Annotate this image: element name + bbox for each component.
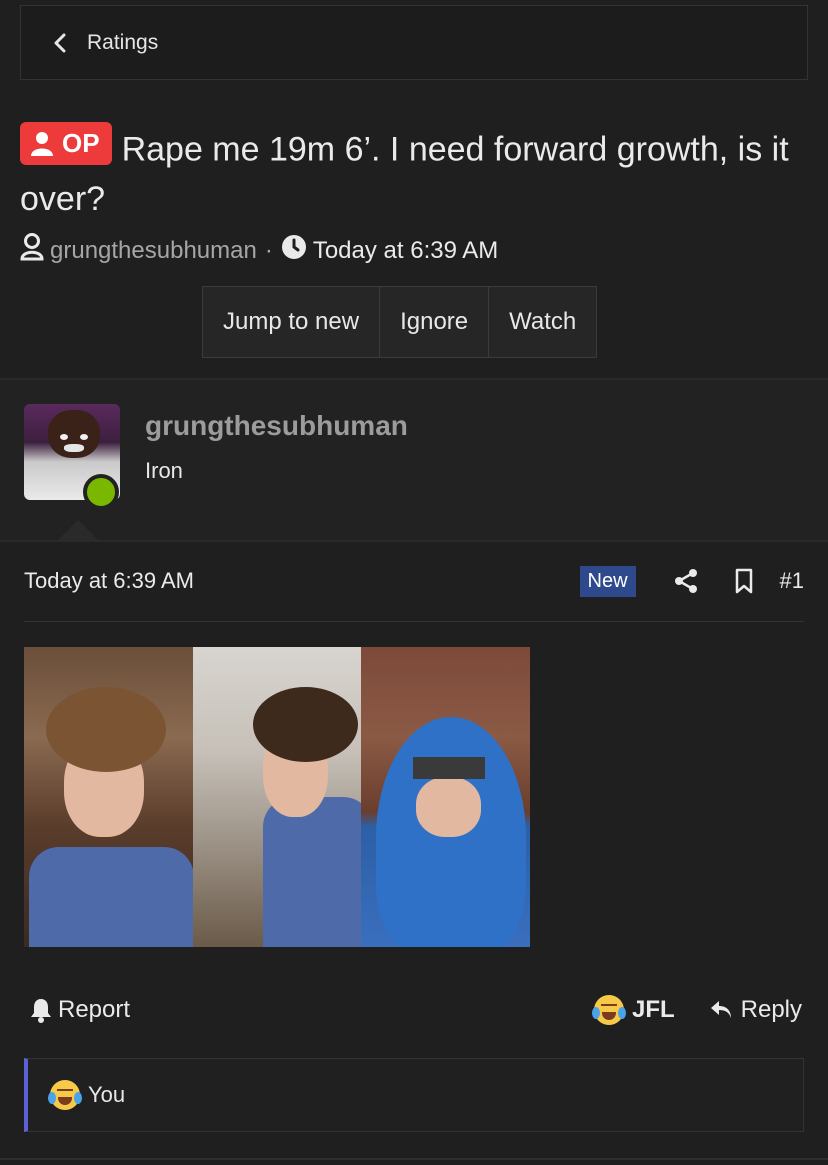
laughing-crying-emoji-icon — [48, 1080, 82, 1110]
bell-icon — [31, 999, 51, 1023]
photo-3 — [361, 647, 531, 947]
jfl-reaction-button[interactable]: JFL — [591, 995, 675, 1025]
thread-meta: grungthesubhuman · Today at 6:39 AM — [20, 233, 498, 268]
chevron-left-icon — [53, 32, 75, 54]
breadcrumb-label: Ratings — [87, 30, 159, 54]
emoji-mouth — [58, 1097, 72, 1105]
thread-action-buttons: Jump to new Ignore Watch — [202, 286, 598, 358]
share-icon[interactable] — [674, 566, 698, 596]
thread-title: OP Rape me 19m 6’. I need forward growth… — [20, 122, 810, 224]
jump-to-new-button[interactable]: Jump to new — [203, 287, 381, 357]
avatar-eye — [60, 434, 68, 440]
thread-time[interactable]: Today at 6:39 AM — [313, 237, 498, 265]
thread-author-link[interactable]: grungthesubhuman — [50, 237, 257, 265]
emoji-tear — [48, 1092, 56, 1104]
op-badge-label: OP — [62, 128, 100, 158]
post-image-attachment[interactable] — [24, 647, 531, 947]
meta-separator: · — [264, 236, 273, 264]
breadcrumb[interactable]: Ratings — [20, 5, 808, 80]
bottom-divider — [0, 1158, 828, 1160]
report-label: Report — [58, 996, 131, 1023]
avatar-eye — [80, 434, 88, 440]
laughing-crying-emoji-icon — [591, 995, 626, 1025]
user-icon — [20, 233, 44, 268]
clock-icon — [281, 234, 307, 267]
emoji-eyes — [57, 1089, 73, 1092]
post-actions-bar: Report JFL Reply — [30, 990, 802, 1030]
reactions-users: You — [88, 1082, 126, 1107]
op-badge: OP — [20, 122, 112, 165]
user-icon — [31, 131, 53, 156]
photo-2 — [192, 647, 362, 947]
post-author-rank: Iron — [145, 458, 183, 483]
emoji-mouth — [601, 1012, 616, 1020]
photo-hair — [46, 687, 166, 772]
emoji-eyes — [600, 1004, 617, 1007]
photo-hair — [252, 687, 358, 762]
reply-button[interactable]: Reply — [709, 996, 802, 1024]
post-header: Today at 6:39 AM New #1 — [24, 566, 804, 622]
report-button[interactable]: Report — [30, 996, 594, 1024]
emoji-tear — [591, 1007, 600, 1019]
watch-button[interactable]: Watch — [489, 287, 596, 357]
photo-shirt — [262, 797, 362, 947]
ignore-button[interactable]: Ignore — [380, 287, 490, 357]
reply-icon — [710, 1001, 731, 1018]
section-divider — [0, 540, 828, 542]
photo-beanie — [413, 757, 486, 779]
photo-1 — [24, 647, 193, 947]
reply-label: Reply — [740, 996, 802, 1023]
emoji-tear — [617, 1007, 626, 1019]
thread-title-text: Rape me 19m 6’. I need forward growth, i… — [20, 130, 789, 218]
post-author-name[interactable]: grungthesubhuman — [145, 410, 408, 442]
online-status-indicator — [83, 474, 119, 510]
author-pointer-arrow — [58, 520, 98, 540]
post-header-rule — [24, 621, 804, 622]
post-time[interactable]: Today at 6:39 AM — [24, 566, 580, 594]
avatar-mouth — [64, 444, 84, 452]
post-author-block: grungthesubhuman Iron — [0, 380, 828, 540]
new-badge: New — [579, 566, 636, 597]
photo-face — [416, 777, 482, 837]
jfl-label: JFL — [631, 996, 675, 1023]
photo-shirt — [29, 847, 193, 947]
emoji-tear — [74, 1092, 82, 1104]
post-number-link[interactable]: #1 — [780, 566, 804, 594]
reactions-bar[interactable]: You — [24, 1058, 804, 1132]
bookmark-icon[interactable] — [734, 566, 754, 596]
